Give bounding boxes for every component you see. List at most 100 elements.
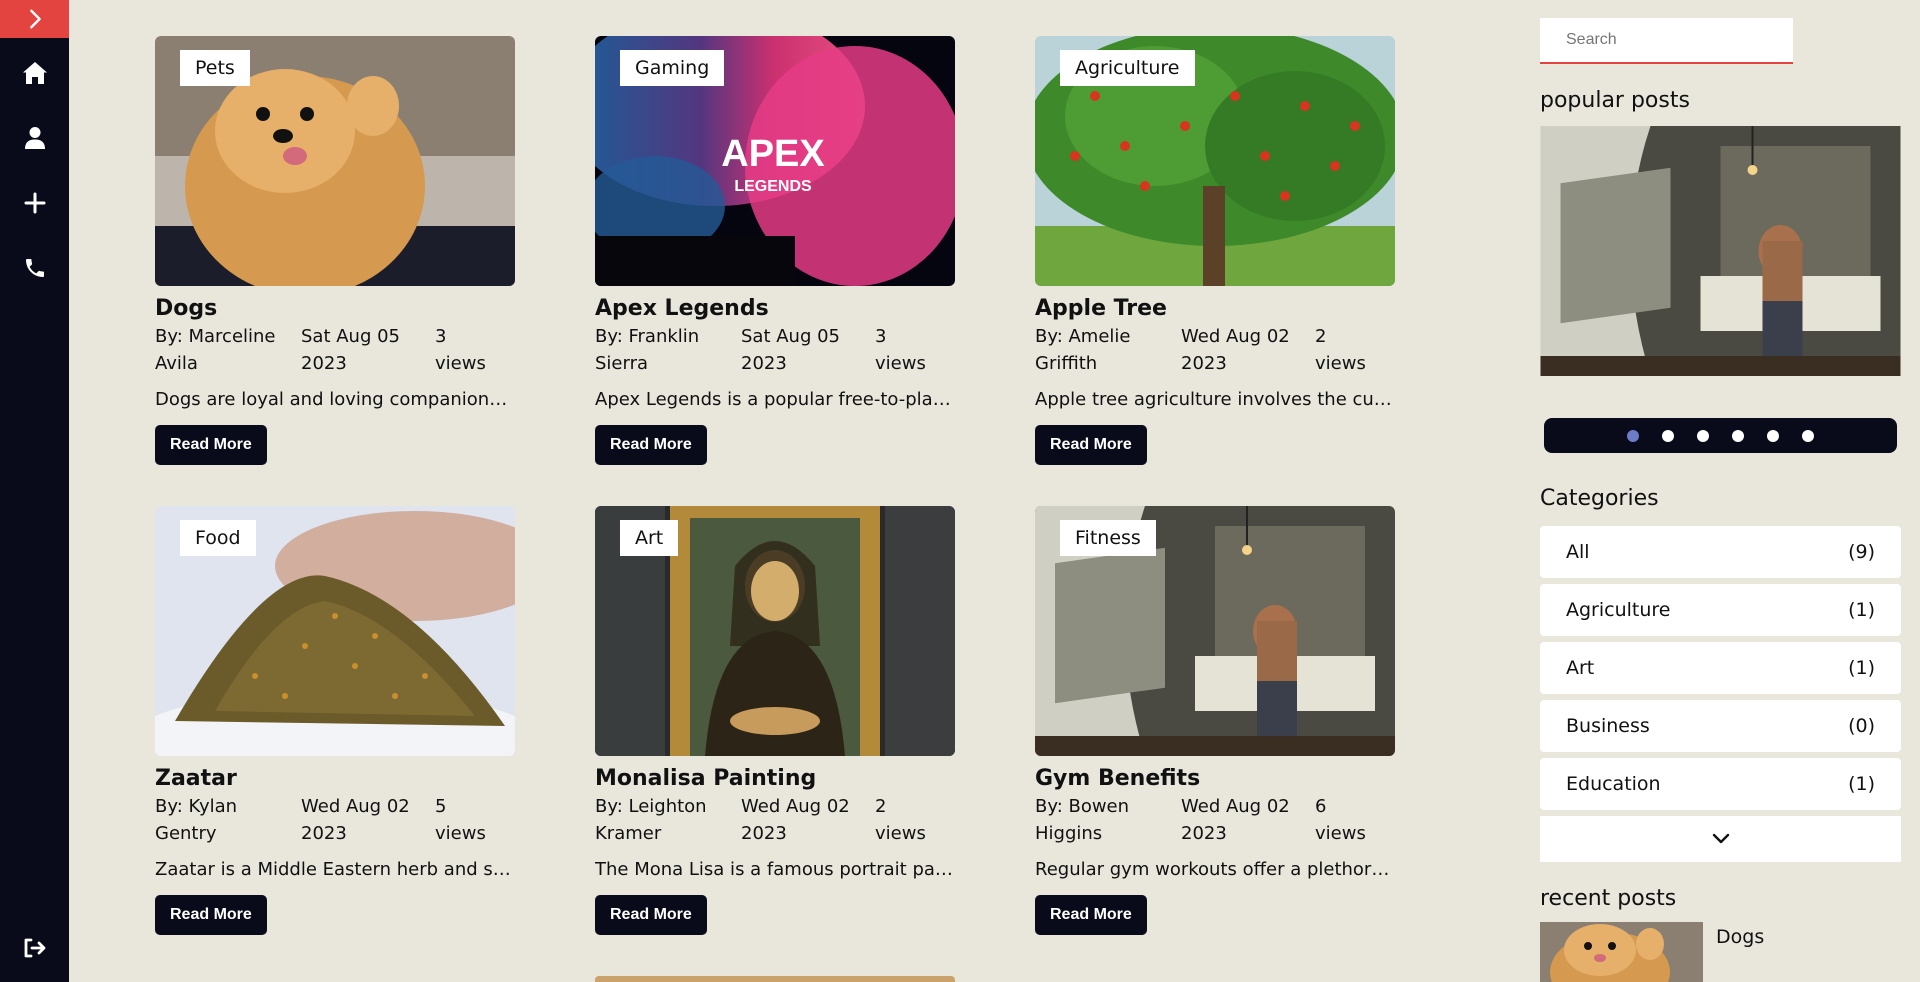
popular-post-slide[interactable] bbox=[1540, 126, 1901, 376]
category-badge[interactable]: Pets bbox=[180, 50, 250, 86]
post-card: APEX LEGENDS Gaming Apex Legends By: Fra… bbox=[595, 36, 955, 465]
recent-post-item[interactable]: Dogs bbox=[1540, 922, 1901, 982]
post-card: Pets Dogs By: Marceline Avila Sat Aug 05… bbox=[155, 36, 515, 465]
post-card: Fitness Gym Benefits By: Bowen Higgins W… bbox=[1035, 506, 1395, 935]
post-card: Art Monalisa Painting By: Leighton Krame… bbox=[595, 506, 955, 935]
post-title[interactable]: Dogs bbox=[155, 294, 515, 323]
recent-post-title[interactable]: Dogs bbox=[1716, 926, 1764, 948]
chevron-down-icon bbox=[1712, 833, 1729, 844]
category-count: (0) bbox=[1848, 715, 1875, 737]
post-author: By: Kylan Gentry bbox=[155, 796, 238, 844]
post-views: 2 views bbox=[875, 796, 926, 844]
category-item-business[interactable]: Business (0) bbox=[1540, 700, 1901, 752]
sidebar bbox=[0, 0, 69, 982]
post-author: By: Marceline Avila bbox=[155, 326, 276, 374]
post-date: Wed Aug 02 2023 bbox=[301, 796, 410, 844]
post-excerpt: Zaatar is a Middle Eastern herb and spi.… bbox=[155, 859, 515, 880]
category-badge[interactable]: Agriculture bbox=[1060, 50, 1195, 86]
chevron-right-icon bbox=[29, 9, 41, 29]
post-author: By: Leighton Kramer bbox=[595, 796, 707, 844]
phone-icon bbox=[25, 259, 44, 277]
post-image[interactable]: Agriculture bbox=[1035, 36, 1395, 286]
carousel-dot[interactable] bbox=[1802, 429, 1814, 442]
category-badge[interactable]: Art bbox=[620, 520, 679, 556]
read-more-button[interactable]: Read More bbox=[155, 425, 267, 465]
carousel-dots bbox=[1544, 418, 1897, 453]
read-more-button[interactable]: Read More bbox=[155, 895, 267, 935]
post-author: By: Franklin Sierra bbox=[595, 326, 700, 374]
logout-icon bbox=[24, 938, 45, 958]
recent-posts-title: recent posts bbox=[1540, 886, 1677, 911]
post-title[interactable]: Monalisa Painting bbox=[595, 764, 955, 793]
post-image[interactable]: Food bbox=[155, 506, 515, 756]
post-image[interactable]: APEX LEGENDS Gaming bbox=[595, 36, 955, 286]
post-title[interactable]: Apple Tree bbox=[1035, 294, 1395, 323]
next-post-image-peek bbox=[595, 976, 955, 982]
post-date: Sat Aug 05 2023 bbox=[301, 326, 401, 374]
post-date: Wed Aug 02 2023 bbox=[1181, 326, 1290, 374]
popular-gym-image bbox=[1540, 126, 1901, 376]
category-count: (1) bbox=[1848, 657, 1875, 679]
sidebar-item-profile[interactable] bbox=[0, 116, 69, 160]
post-date: Wed Aug 02 2023 bbox=[1181, 796, 1290, 844]
home-icon bbox=[22, 62, 47, 84]
post-title[interactable]: Apex Legends bbox=[595, 294, 955, 323]
post-card: Food Zaatar By: Kylan Gentry Wed Aug 02 … bbox=[155, 506, 515, 935]
post-title[interactable]: Zaatar bbox=[155, 764, 515, 793]
post-author: By: Bowen Higgins bbox=[1035, 796, 1130, 844]
carousel-dot[interactable] bbox=[1732, 429, 1744, 442]
category-item-art[interactable]: Art (1) bbox=[1540, 642, 1901, 694]
category-name: Business bbox=[1566, 715, 1650, 737]
recent-post-image[interactable] bbox=[1540, 922, 1703, 982]
sidebar-toggle-button[interactable] bbox=[0, 0, 69, 38]
read-more-button[interactable]: Read More bbox=[1035, 895, 1147, 935]
post-excerpt: Apple tree agriculture involves the cult… bbox=[1035, 389, 1395, 410]
sidebar-item-logout[interactable] bbox=[0, 926, 69, 970]
category-name: Agriculture bbox=[1566, 599, 1671, 621]
post-image[interactable]: Pets bbox=[155, 36, 515, 286]
category-count: (9) bbox=[1848, 541, 1875, 563]
user-icon bbox=[24, 127, 45, 149]
post-views: 3 views bbox=[435, 326, 486, 374]
post-date: Wed Aug 02 2023 bbox=[741, 796, 850, 844]
svg-text:APEX: APEX bbox=[721, 133, 825, 175]
post-title[interactable]: Gym Benefits bbox=[1035, 764, 1395, 793]
carousel-dot[interactable] bbox=[1697, 429, 1709, 442]
post-image[interactable]: Art bbox=[595, 506, 955, 756]
carousel-dot[interactable] bbox=[1767, 429, 1779, 442]
category-count: (1) bbox=[1848, 773, 1875, 795]
carousel-dot[interactable] bbox=[1662, 429, 1674, 442]
category-item-all[interactable]: All (9) bbox=[1540, 526, 1901, 578]
category-item-agriculture[interactable]: Agriculture (1) bbox=[1540, 584, 1901, 636]
category-name: All bbox=[1566, 541, 1590, 563]
read-more-button[interactable]: Read More bbox=[1035, 425, 1147, 465]
category-count: (1) bbox=[1848, 599, 1875, 621]
post-excerpt: Dogs are loyal and loving companions,... bbox=[155, 389, 515, 410]
post-excerpt: The Mona Lisa is a famous portrait pai..… bbox=[595, 859, 955, 880]
svg-text:LEGENDS: LEGENDS bbox=[734, 178, 812, 195]
carousel-dot[interactable] bbox=[1627, 429, 1639, 442]
dog-thumbnail bbox=[1540, 922, 1703, 982]
post-author: By: Amelie Griffith bbox=[1035, 326, 1131, 374]
sidebar-item-home[interactable] bbox=[0, 51, 69, 95]
show-more-categories-button[interactable] bbox=[1540, 816, 1901, 862]
post-card: Agriculture Apple Tree By: Amelie Griffi… bbox=[1035, 36, 1395, 465]
post-views: 2 views bbox=[1315, 326, 1366, 374]
post-excerpt: Apex Legends is a popular free-to-play..… bbox=[595, 389, 955, 410]
sidebar-item-add-post[interactable] bbox=[0, 181, 69, 225]
category-badge[interactable]: Food bbox=[180, 520, 256, 556]
read-more-button[interactable]: Read More bbox=[595, 895, 707, 935]
plus-icon bbox=[24, 192, 45, 214]
read-more-button[interactable]: Read More bbox=[595, 425, 707, 465]
sidebar-item-contact[interactable] bbox=[0, 246, 69, 290]
category-name: Art bbox=[1566, 657, 1595, 679]
post-image[interactable]: Fitness bbox=[1035, 506, 1395, 756]
search-input[interactable] bbox=[1540, 18, 1793, 64]
category-badge[interactable]: Fitness bbox=[1060, 520, 1156, 556]
categories-title: Categories bbox=[1540, 486, 1659, 511]
post-excerpt: Regular gym workouts offer a plethora... bbox=[1035, 859, 1395, 880]
post-views: 6 views bbox=[1315, 796, 1366, 844]
category-badge[interactable]: Gaming bbox=[620, 50, 725, 86]
post-views: 3 views bbox=[875, 326, 926, 374]
category-item-education[interactable]: Education (1) bbox=[1540, 758, 1901, 810]
